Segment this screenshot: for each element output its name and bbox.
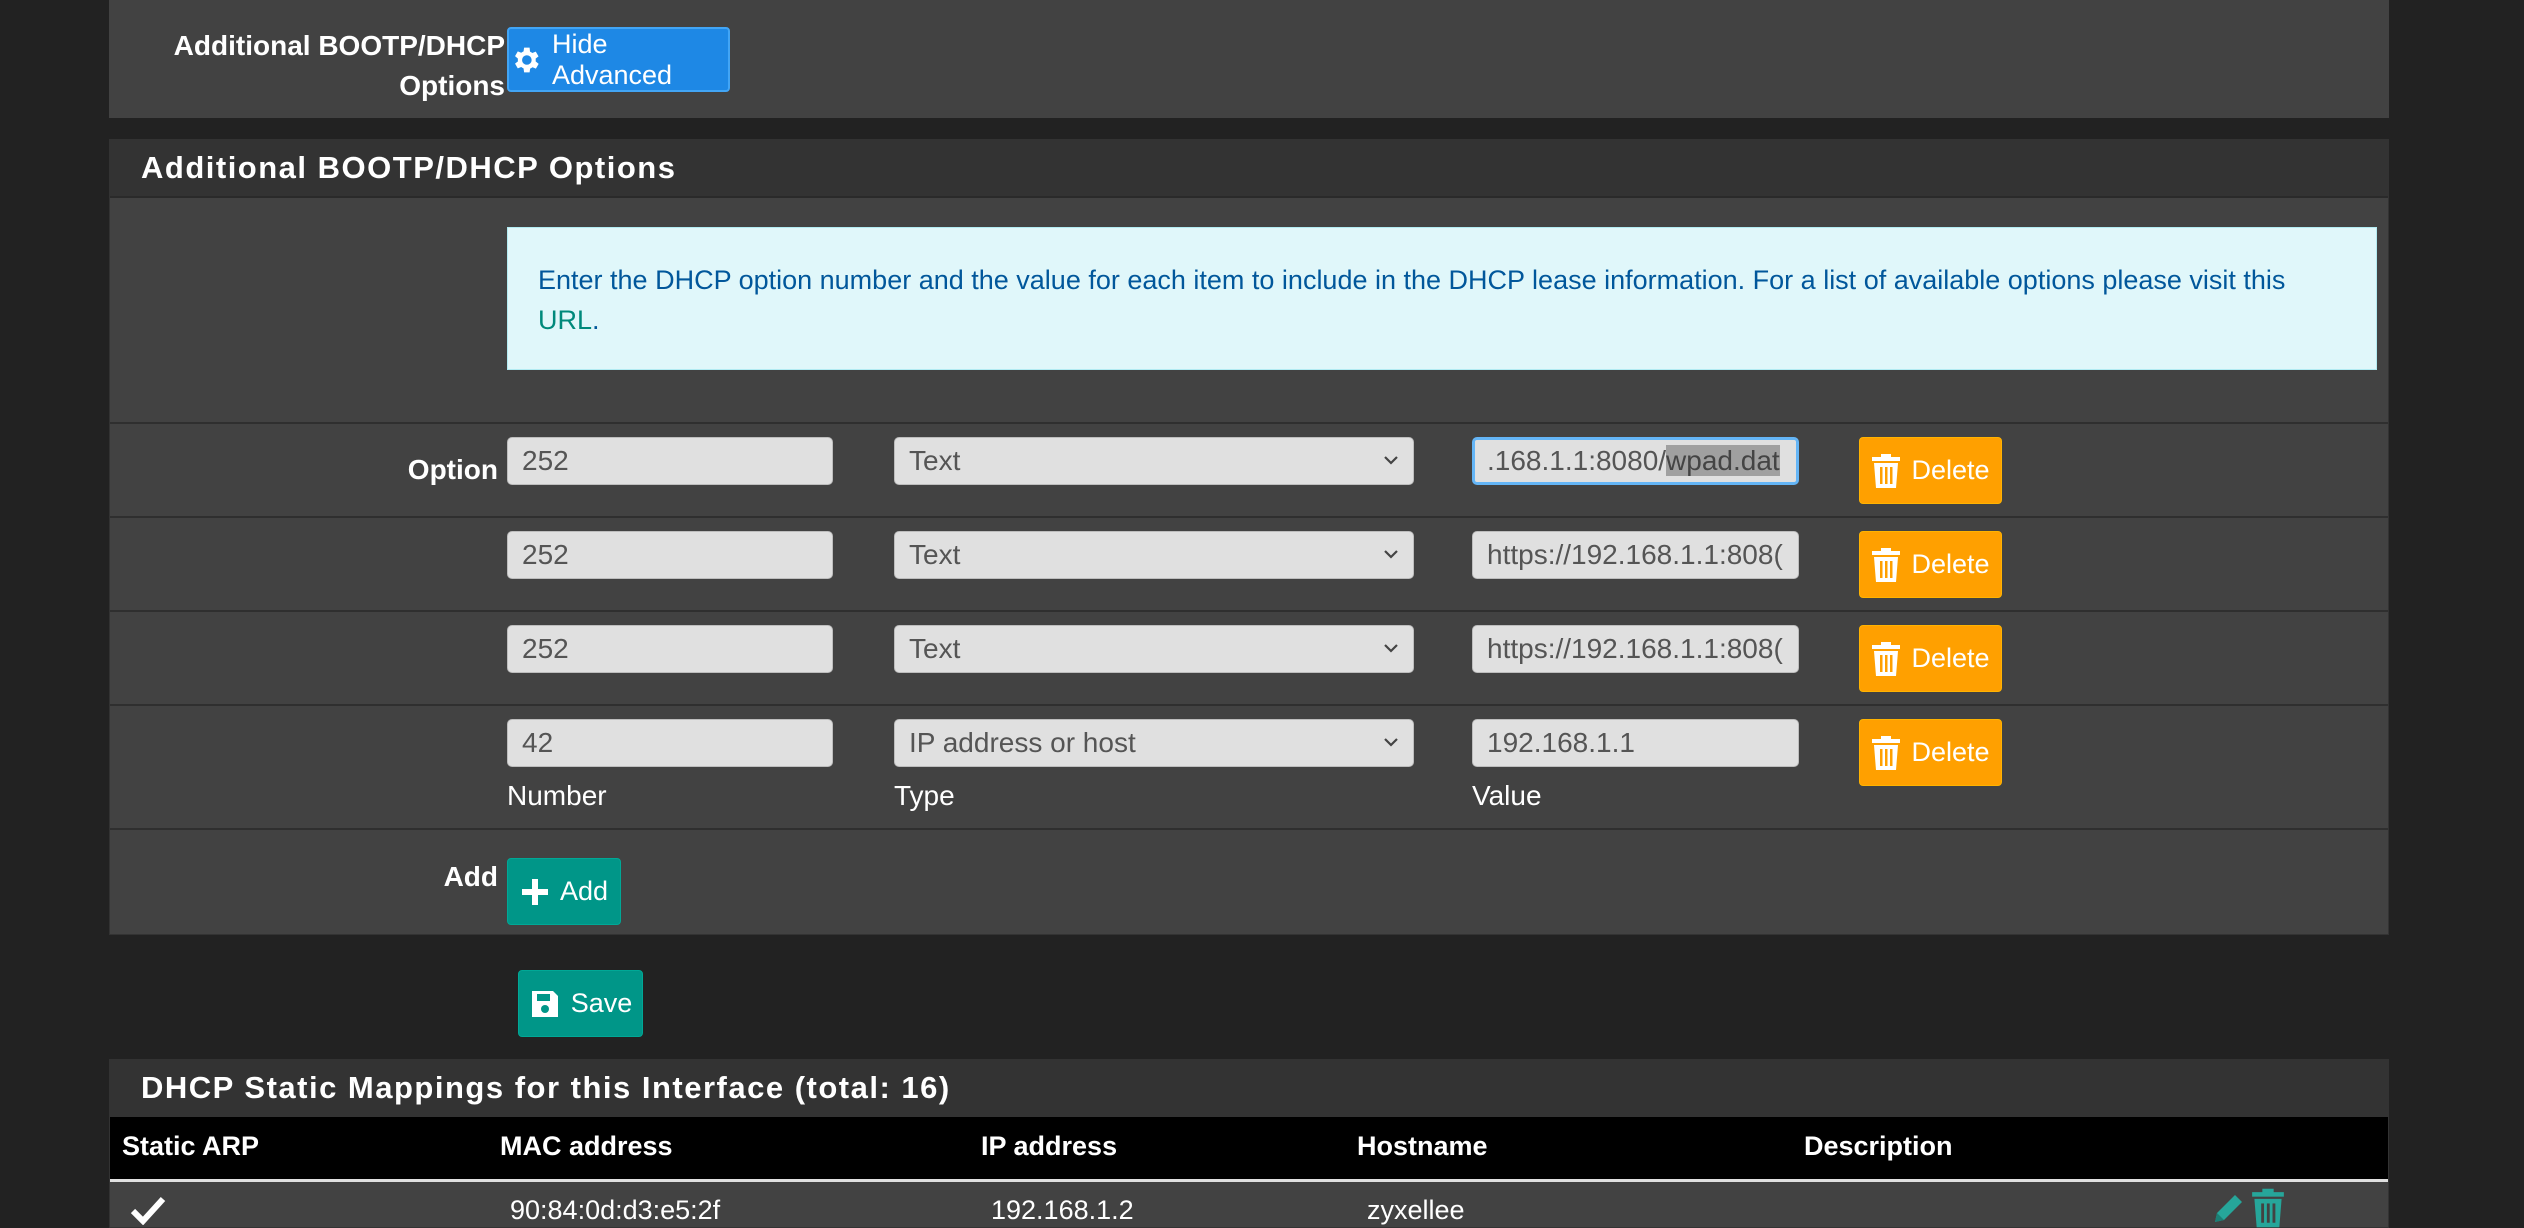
option-type-select[interactable]: Text xyxy=(894,625,1414,673)
save-button[interactable]: Save xyxy=(518,970,643,1037)
header-ip-address[interactable]: IP address xyxy=(981,1131,1117,1162)
option-row: 42 IP address or host 192.168.1.1 Delete… xyxy=(110,704,2388,828)
chevron-down-icon xyxy=(1384,738,1398,747)
option-row: Option 252 Text .168.1.1:8080/wpad.dat D… xyxy=(110,422,2388,516)
info-callout: Enter the DHCP option number and the val… xyxy=(507,227,2377,370)
save-icon xyxy=(531,990,558,1017)
option-type-value: Text xyxy=(909,445,961,476)
header-static-arp[interactable]: Static ARP xyxy=(122,1131,259,1162)
chevron-down-icon xyxy=(1384,644,1398,653)
delete-option-button[interactable]: Delete xyxy=(1859,719,2002,786)
trash-icon xyxy=(1872,735,1901,770)
delete-label: Delete xyxy=(1911,737,1990,767)
delete-option-button[interactable]: Delete xyxy=(1859,437,2002,504)
header-description[interactable]: Description xyxy=(1804,1131,1953,1162)
options-url-link[interactable]: URL xyxy=(538,305,592,335)
pencil-icon[interactable] xyxy=(2209,1190,2247,1228)
option-row: 252 Text https://192.168.1.1:808( Delete xyxy=(110,610,2388,704)
ip-address-cell: 192.168.1.2 xyxy=(991,1195,1134,1225)
option-type-value: Text xyxy=(909,633,961,664)
hide-advanced-label: Hide Advanced xyxy=(551,28,673,90)
static-mappings-title: DHCP Static Mappings for this Interface … xyxy=(141,1070,951,1105)
delete-label: Delete xyxy=(1911,549,1990,579)
option-type-select[interactable]: Text xyxy=(894,437,1414,485)
option-value-input[interactable]: https://192.168.1.1:808( xyxy=(1472,531,1799,579)
option-value-text: .168.1.1:8080/ xyxy=(1487,445,1667,476)
hide-advanced-button[interactable]: Hide Advanced xyxy=(507,27,730,92)
advanced-options-row: Additional BOOTP/DHCP Options Hide Advan… xyxy=(109,0,2389,118)
header-hostname[interactable]: Hostname xyxy=(1357,1131,1488,1162)
option-value-selection: wpad.dat xyxy=(1666,445,1780,476)
mappings-table-header: Static ARP MAC address IP address Hostna… xyxy=(110,1117,2388,1182)
add-row-label: Add xyxy=(443,861,498,892)
option-number-input[interactable]: 252 xyxy=(507,437,833,485)
static-mappings-header: DHCP Static Mappings for this Interface … xyxy=(110,1060,2388,1117)
option-type-select[interactable]: IP address or host xyxy=(894,719,1414,767)
info-text: Enter the DHCP option number and the val… xyxy=(538,265,2286,295)
option-value-input[interactable]: .168.1.1:8080/wpad.dat xyxy=(1472,437,1799,485)
option-value-input[interactable]: 192.168.1.1 xyxy=(1472,719,1799,767)
chevron-down-icon xyxy=(1384,456,1398,465)
advanced-options-label: Additional BOOTP/DHCP Options xyxy=(173,30,505,101)
trash-icon xyxy=(1872,641,1901,676)
number-column-label: Number xyxy=(507,780,607,811)
panel-header: Additional BOOTP/DHCP Options xyxy=(110,140,2388,198)
save-button-label: Save xyxy=(570,988,633,1018)
static-mappings-panel: DHCP Static Mappings for this Interface … xyxy=(109,1059,2389,1228)
add-option-button[interactable]: Add xyxy=(507,858,621,925)
trash-icon[interactable] xyxy=(2251,1188,2285,1228)
option-number-input[interactable]: 252 xyxy=(507,625,833,673)
gear-icon xyxy=(515,47,539,72)
add-button-label: Add xyxy=(559,876,609,906)
option-row-label: Option xyxy=(407,454,498,485)
mac-address-cell: 90:84:0d:d3:e5:2f xyxy=(510,1195,721,1225)
option-number-input[interactable]: 42 xyxy=(507,719,833,767)
chevron-down-icon xyxy=(1384,550,1398,559)
value-column-label: Value xyxy=(1472,780,1542,811)
add-row: Add Add xyxy=(110,828,2388,936)
dhcp-options-panel: Additional BOOTP/DHCP Options Enter the … xyxy=(109,139,2389,935)
panel-title: Additional BOOTP/DHCP Options xyxy=(141,150,677,185)
delete-option-button[interactable]: Delete xyxy=(1859,625,2002,692)
type-column-label: Type xyxy=(894,780,955,811)
option-number-input[interactable]: 252 xyxy=(507,531,833,579)
trash-icon xyxy=(1872,453,1901,488)
option-type-value: IP address or host xyxy=(909,727,1136,758)
option-type-select[interactable]: Text xyxy=(894,531,1414,579)
delete-label: Delete xyxy=(1911,455,1990,485)
delete-label: Delete xyxy=(1911,643,1990,673)
option-row: 252 Text https://192.168.1.1:808( Delete xyxy=(110,516,2388,610)
delete-option-button[interactable]: Delete xyxy=(1859,531,2002,598)
option-type-value: Text xyxy=(909,539,961,570)
trash-icon xyxy=(1872,547,1901,582)
header-mac-address[interactable]: MAC address xyxy=(500,1131,673,1162)
info-text-end: . xyxy=(592,305,600,335)
plus-icon xyxy=(521,878,548,905)
checkmark-icon xyxy=(130,1196,166,1225)
hostname-cell: zyxellee xyxy=(1367,1195,1465,1225)
option-value-input[interactable]: https://192.168.1.1:808( xyxy=(1472,625,1799,673)
page: Additional BOOTP/DHCP Options Hide Advan… xyxy=(0,0,2524,1228)
